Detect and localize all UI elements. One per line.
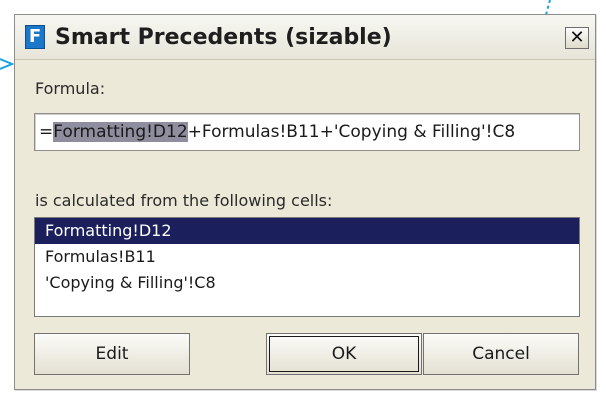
window-title: Smart Precedents (sizable) [55, 25, 392, 50]
formula-label: Formula: [35, 79, 106, 98]
edit-button[interactable]: Edit [34, 333, 190, 375]
formula-rest: +Formulas!B11+'Copying & Filling'!C8 [187, 122, 516, 142]
precedent-cells-list[interactable]: Formatting!D12 Formulas!B11 'Copying & F… [34, 217, 580, 317]
cancel-button[interactable]: Cancel [423, 333, 579, 375]
formula-prefix: = [39, 122, 54, 142]
formula-highlighted-ref: Formatting!D12 [53, 122, 188, 142]
app-icon: F [25, 25, 45, 49]
smart-precedents-dialog: F Smart Precedents (sizable) ✕ Formula: … [14, 14, 596, 390]
formula-field[interactable]: =Formatting!D12+Formulas!B11+'Copying & … [34, 113, 580, 151]
callout-arrow-left [0, 58, 14, 70]
close-button[interactable]: ✕ [565, 27, 589, 49]
ok-button[interactable]: OK [266, 333, 422, 375]
close-icon: ✕ [569, 27, 585, 48]
list-item[interactable]: 'Copying & Filling'!C8 [35, 270, 579, 296]
list-item[interactable]: Formulas!B11 [35, 244, 579, 270]
list-item[interactable]: Formatting!D12 [35, 218, 579, 244]
cells-label: is calculated from the following cells: [35, 191, 333, 210]
title-bar: F Smart Precedents (sizable) ✕ [15, 15, 595, 60]
